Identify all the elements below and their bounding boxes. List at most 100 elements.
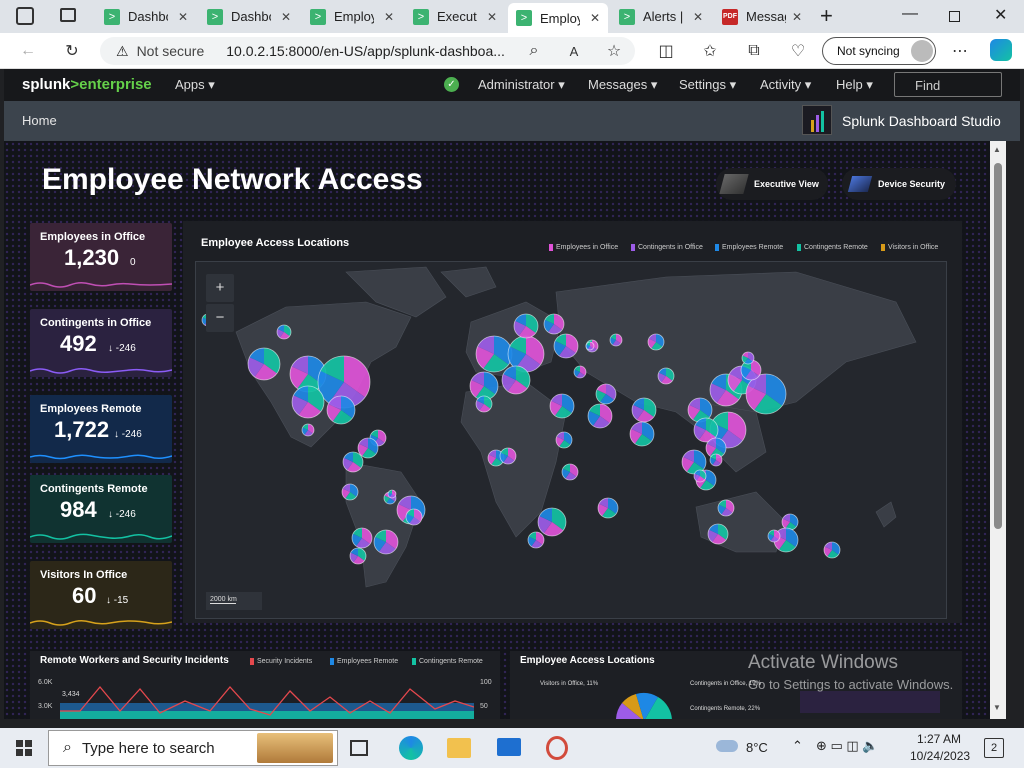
map-pie-marker[interactable] (527, 531, 545, 549)
splunk-logo[interactable]: splunk>enterprise (22, 76, 152, 93)
map-pie-marker[interactable] (647, 333, 665, 351)
nav-administrator[interactable]: Administrator ▾ (478, 77, 565, 93)
tab-employee-1[interactable]: > Employ ✕ (302, 4, 402, 29)
map-pie-marker[interactable] (301, 423, 315, 437)
browser-essentials-icon[interactable]: ♡ (786, 39, 810, 63)
tab-executive[interactable]: > Executi ✕ (405, 4, 505, 29)
favorites-icon[interactable]: ✩ (698, 39, 722, 63)
tray-icons[interactable]: ⊕ ▭ ◫ 🔈 (816, 738, 878, 754)
kpi-employees-remote[interactable]: Employees Remote 1,722 ↓ -246 (30, 395, 172, 463)
device-security-button[interactable]: Device Security (842, 168, 956, 200)
tray-chevron-icon[interactable]: ⌃ (792, 738, 803, 754)
close-icon[interactable]: ✕ (590, 11, 600, 25)
map-pie-marker[interactable] (657, 367, 675, 385)
map-pie-marker[interactable] (587, 403, 613, 429)
map-pie-marker[interactable] (276, 324, 292, 340)
map-pie-marker[interactable] (475, 335, 513, 373)
refresh-icon[interactable]: ↻ (60, 39, 84, 63)
more-icon[interactable]: ⋯ (948, 39, 972, 63)
close-icon[interactable]: ✕ (384, 10, 394, 24)
clock-date[interactable]: 10/24/2023 (910, 749, 970, 763)
map-pie-marker[interactable] (629, 421, 655, 447)
mail-icon[interactable] (497, 738, 521, 756)
map-pie-marker[interactable] (326, 395, 356, 425)
map-pie-marker[interactable] (767, 529, 781, 543)
close-icon[interactable]: ✕ (178, 10, 188, 24)
map-pie-marker[interactable] (291, 385, 325, 419)
map-pie-marker[interactable] (741, 351, 755, 365)
map-pie-marker[interactable] (585, 341, 595, 351)
taskbar-search[interactable]: ⌕ Type here to search (48, 730, 338, 766)
map-pie-marker[interactable] (501, 365, 531, 395)
close-icon[interactable]: ✕ (792, 10, 802, 24)
kpi-visitors-in-office[interactable]: Visitors In Office 60 ↓ -15 (30, 561, 172, 629)
window-close-icon[interactable]: ✕ (994, 5, 1007, 25)
paint-icon[interactable] (546, 736, 568, 760)
tab-dashboard-1[interactable]: >Dashbo✕ (96, 4, 196, 29)
sync-button[interactable]: Not syncing (822, 37, 936, 65)
tab-dashboard-2[interactable]: >Dashbo✕ (199, 4, 299, 29)
map-pie-marker[interactable] (549, 393, 575, 419)
nav-help[interactable]: Help ▾ (836, 77, 873, 93)
nav-activity[interactable]: Activity ▾ (760, 77, 811, 93)
temperature[interactable]: 8°C (746, 740, 768, 755)
map-pie-marker[interactable] (631, 397, 657, 423)
kpi-contingents-remote[interactable]: Contingents Remote 984 ↓ -246 (30, 475, 172, 543)
map-pie-marker[interactable] (717, 499, 735, 517)
close-icon[interactable]: ✕ (487, 10, 497, 24)
map-pie-marker[interactable] (693, 469, 707, 483)
notification-icon[interactable]: 2 (984, 738, 1004, 758)
back-icon[interactable]: ← (16, 39, 40, 63)
zoom-icon[interactable]: ⌕ (522, 39, 546, 63)
map-pie-marker[interactable] (513, 313, 539, 339)
zoom-out-button[interactable]: − (206, 304, 234, 332)
kpi-contingents-in-office[interactable]: Contingents in Office 492 ↓ -246 (30, 309, 172, 377)
tab-alerts[interactable]: > Alerts | ✕ (611, 4, 711, 29)
map-pie-marker[interactable] (247, 347, 281, 381)
map-pie-marker[interactable] (781, 513, 799, 531)
map-pie-marker[interactable] (405, 508, 423, 526)
map-pie-marker[interactable] (342, 451, 364, 473)
map-pie-marker[interactable] (597, 497, 619, 519)
tab-actions-icon[interactable] (60, 8, 76, 22)
scroll-down-icon[interactable]: ▼ (993, 703, 1001, 712)
map-pie-marker[interactable] (373, 529, 399, 555)
map-pie-marker[interactable] (561, 463, 579, 481)
tab-messages[interactable]: PDFMessag✕ (714, 4, 810, 29)
nav-messages[interactable]: Messages ▾ (588, 77, 657, 93)
health-status-icon[interactable]: ✓ (444, 77, 459, 92)
clock-time[interactable]: 1:27 AM (917, 732, 961, 746)
nav-apps[interactable]: Apps ▾ (175, 77, 215, 93)
collections-icon[interactable]: ⧉ (742, 39, 766, 63)
map-pie-marker[interactable] (553, 333, 579, 359)
map-pie-marker[interactable] (499, 447, 517, 465)
executive-view-button[interactable]: Executive View (716, 168, 828, 200)
task-view-icon[interactable] (350, 740, 368, 756)
zoom-in-button[interactable]: + (206, 274, 234, 302)
dashboard-scrollbar[interactable]: ▲ ▼ (990, 141, 1006, 719)
map-pie-marker[interactable] (555, 431, 573, 449)
map-pie-marker[interactable] (707, 523, 729, 545)
map-pie-marker[interactable] (543, 313, 565, 335)
workspaces-icon[interactable] (16, 7, 34, 25)
minimize-icon[interactable]: — (902, 5, 918, 23)
scroll-thumb[interactable] (994, 163, 1002, 529)
kpi-employees-in-office[interactable]: Employees in Office 1,230 0 (30, 223, 172, 291)
find-input[interactable]: Find (894, 72, 1002, 97)
map-pie-marker[interactable] (595, 383, 617, 405)
close-icon[interactable]: ✕ (693, 10, 703, 24)
scroll-up-icon[interactable]: ▲ (993, 145, 1001, 154)
file-explorer-icon[interactable] (447, 738, 471, 758)
new-tab-icon[interactable]: + (820, 3, 833, 29)
map-pie-marker[interactable] (341, 483, 359, 501)
map-pie-marker[interactable] (351, 527, 373, 549)
map-pie-marker[interactable] (573, 365, 587, 379)
map-pie-marker[interactable] (709, 453, 723, 467)
restore-icon[interactable] (949, 11, 960, 22)
copilot-icon[interactable] (990, 39, 1012, 61)
close-icon[interactable]: ✕ (281, 10, 291, 24)
address-bar[interactable]: ⚠ Not secure 10.0.2.15:8000/en-US/app/sp… (100, 37, 635, 65)
map-pie-marker[interactable] (609, 333, 623, 347)
map-pie-marker[interactable] (349, 547, 367, 565)
tab-employee-active[interactable]: > Employ ✕ (508, 3, 608, 33)
